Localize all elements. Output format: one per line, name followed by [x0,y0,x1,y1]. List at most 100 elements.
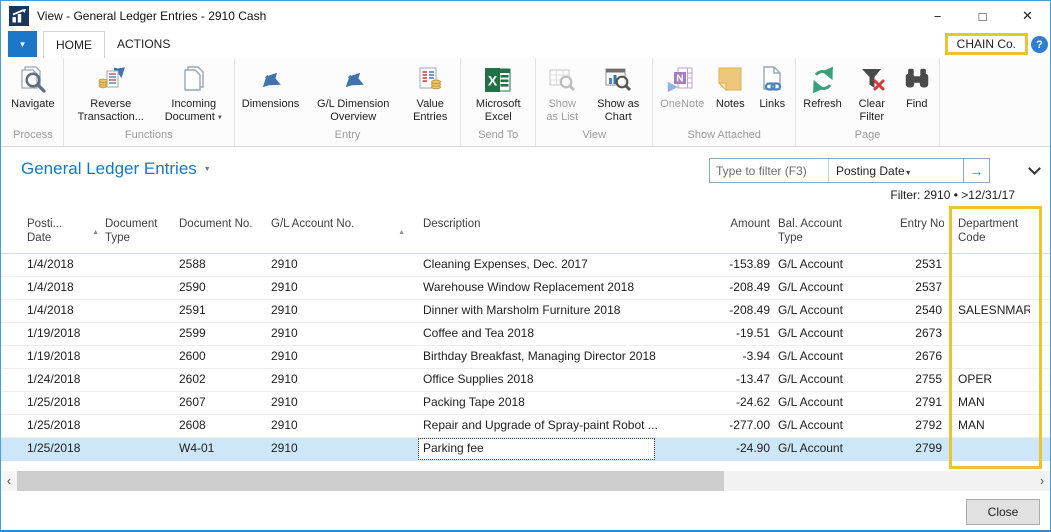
cell-entry-no: 2540 [894,300,944,322]
cell-amount: -19.51 [662,323,772,345]
show-as-chart-button[interactable]: Show as Chart [586,60,650,124]
refresh-icon [808,62,838,98]
chevron-down-icon [197,159,211,178]
close-button[interactable]: Close [966,499,1040,525]
table-row[interactable]: 1/4/2018 2591 2910 Dinner with Marsholm … [1,300,1050,323]
cell-department-code [944,254,1030,276]
cell-document-no: 2590 [173,277,265,299]
cell-amount: -3.94 [662,346,772,368]
app-chart-icon [9,6,29,26]
cell-bal-account-type: G/L Account [772,300,894,322]
scrollbar-thumb[interactable] [17,471,724,491]
cell-amount: -208.49 [662,277,772,299]
cell-document-type [99,277,173,299]
onenote-button: N OneNote [655,60,709,111]
application-menu-button[interactable]: ▼ [8,31,37,57]
ribbon-group-entry: Dimensions G/L Dimension Overview [235,58,461,146]
table-row[interactable]: 1/25/2018 2608 2910 Repair and Upgrade o… [1,415,1050,438]
gl-dimension-overview-button[interactable]: G/L Dimension Overview [304,60,402,124]
minimize-button[interactable]: − [915,1,960,31]
cell-posting-date: 1/19/2018 [21,323,99,345]
column-header-entry-no[interactable]: Entry No. [894,213,944,253]
ribbon: Navigate Process Reverse Transaction... [1,58,1050,147]
cell-document-type [99,254,173,276]
horizontal-scrollbar[interactable]: ‹ › [1,471,1050,491]
refresh-button[interactable]: Refresh [798,60,847,111]
table-row[interactable]: 1/25/2018 W4-01 2910 Parking fee -24.90 … [1,438,1050,461]
ribbon-group-show-attached: N OneNote Notes [653,58,796,146]
page-header: General Ledger Entries Posting Date Filt… [1,147,1050,213]
links-button[interactable]: Links [751,60,793,111]
filter-input[interactable] [710,160,828,181]
incoming-document-button[interactable]: Incoming Document [156,60,232,125]
help-icon[interactable]: ? [1031,36,1048,53]
cell-department-code: OPER [944,369,1030,391]
expand-filter-pane-chevron-icon[interactable] [1029,164,1039,174]
dimensions-button[interactable]: Dimensions [237,60,304,111]
column-header-description[interactable]: Description [417,213,662,253]
table-row[interactable]: 1/4/2018 2588 2910 Cleaning Expenses, De… [1,254,1050,277]
cell-department-code: MAN [944,415,1030,437]
cell-entry-no: 2531 [894,254,944,276]
column-header-department-code[interactable]: DepartmentCode [944,213,1030,253]
value-entries-button[interactable]: Value Entries [402,60,458,124]
ribbon-group-page: Refresh Clear Filter [796,58,940,146]
cell-gl-account-no: 2910 [265,323,417,345]
cell-posting-date: 1/24/2018 [21,369,99,391]
ribbon-group-functions: Reverse Transaction... Incoming Document… [64,58,235,146]
column-header-posting-date[interactable]: Posti...Date ▲ [21,213,99,253]
scroll-left-button[interactable]: ‹ [1,471,17,491]
find-button[interactable]: Find [897,60,937,111]
cell-description: Cleaning Expenses, Dec. 2017 [417,254,662,276]
column-header-document-type[interactable]: DocumentType [99,213,173,253]
tab-actions[interactable]: ACTIONS [105,31,182,58]
cell-document-no: 2588 [173,254,265,276]
cell-bal-account-type: G/L Account [772,369,894,391]
clear-filter-button[interactable]: Clear Filter [847,60,897,124]
cell-description: Parking fee [417,438,662,460]
svg-text:N: N [677,74,684,85]
sort-asc-icon: ▲ [92,226,99,240]
table-row[interactable]: 1/25/2018 2607 2910 Packing Tape 2018 -2… [1,392,1050,415]
cell-description: Packing Tape 2018 [417,392,662,414]
cell-posting-date: 1/25/2018 [21,392,99,414]
cell-document-no: 2602 [173,369,265,391]
maximize-button[interactable]: □ [960,1,1005,31]
cell-document-no: 2599 [173,323,265,345]
apply-filter-button[interactable] [963,159,989,182]
cell-gl-account-no: 2910 [265,254,417,276]
cell-department-code: SALESNMARK [944,300,1030,322]
notes-button[interactable]: Notes [709,60,751,111]
tab-home[interactable]: HOME [43,31,105,58]
cell-bal-account-type: G/L Account [772,392,894,414]
cell-department-code [944,438,1030,460]
microsoft-excel-button[interactable]: X Microsoft Excel [463,60,533,124]
table-row[interactable]: 1/19/2018 2599 2910 Coffee and Tea 2018 … [1,323,1050,346]
ribbon-tab-row: ▼ HOME ACTIONS CHAIN Co. ? [1,31,1050,58]
column-header-gl-account-no[interactable]: G/L Account No. ▲ [265,213,417,253]
table-body: 1/4/2018 2588 2910 Cleaning Expenses, De… [1,254,1050,461]
filter-field-select[interactable]: Posting Date [828,159,963,182]
cell-document-type [99,392,173,414]
close-window-button[interactable]: ✕ [1005,1,1050,31]
chevron-down-icon [215,111,223,123]
column-header-document-no[interactable]: Document No. [173,213,265,253]
cell-gl-account-no: 2910 [265,277,417,299]
ribbon-group-view: Show as List Show as Chart View [536,58,653,146]
page-title[interactable]: General Ledger Entries [21,159,211,179]
show-as-list-icon [546,62,578,98]
table-row[interactable]: 1/19/2018 2600 2910 Birthday Breakfast, … [1,346,1050,369]
dimensions-icon [255,62,285,98]
column-header-bal-account-type[interactable]: Bal. AccountType [772,213,894,253]
app-window: View - General Ledger Entries - 2910 Cas… [0,0,1051,532]
cell-posting-date: 1/4/2018 [21,300,99,322]
inline-edit-field[interactable]: Parking fee [419,439,654,459]
scroll-right-button[interactable]: › [1034,471,1050,491]
reverse-transaction-button[interactable]: Reverse Transaction... [66,60,156,124]
cell-description: Dinner with Marsholm Furniture 2018 [417,300,662,322]
column-header-amount[interactable]: Amount [662,213,772,253]
table-row[interactable]: 1/4/2018 2590 2910 Warehouse Window Repl… [1,277,1050,300]
table-row[interactable]: 1/24/2018 2602 2910 Office Supplies 2018… [1,369,1050,392]
navigate-button[interactable]: Navigate [6,60,59,111]
group-label-send-to: Send To [463,129,533,146]
